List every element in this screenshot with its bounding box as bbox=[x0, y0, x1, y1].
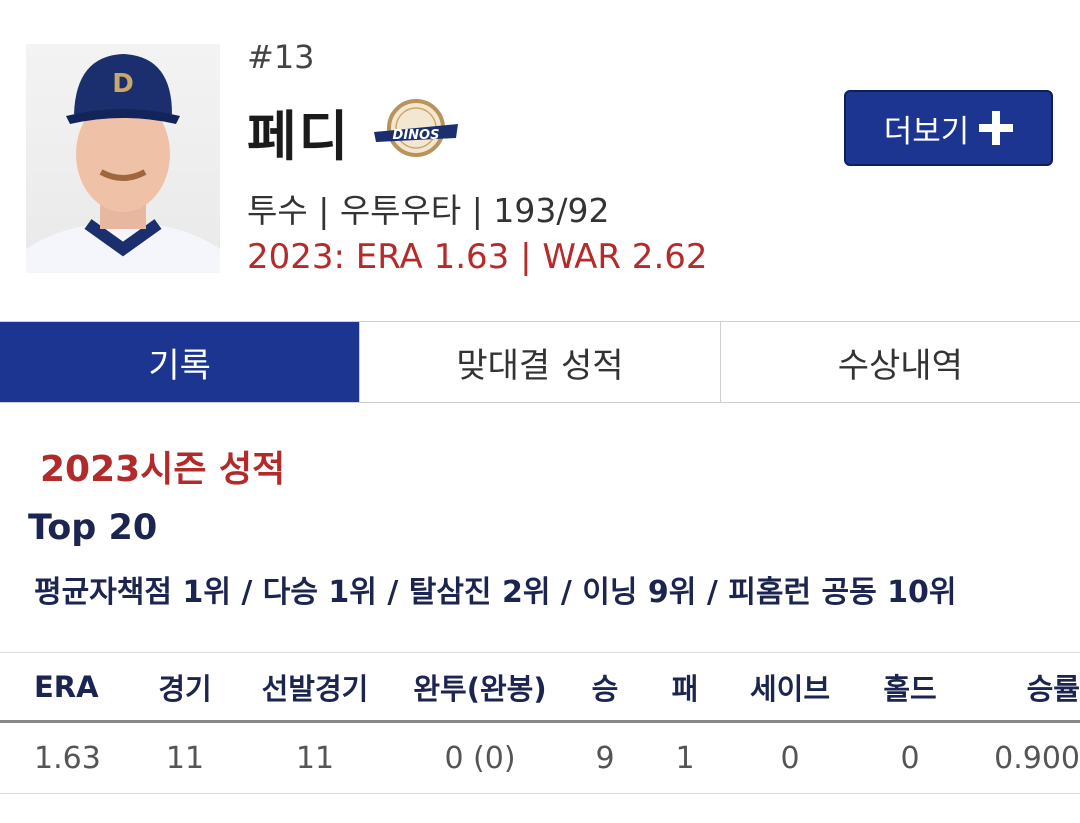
tab-awards[interactable]: 수상내역 bbox=[721, 322, 1080, 402]
header-holds: 홀드 bbox=[883, 671, 937, 706]
player-number: #13 bbox=[247, 38, 315, 76]
top20-title: Top 20 bbox=[28, 508, 158, 548]
more-button[interactable]: 더보기 bbox=[844, 90, 1053, 166]
header-wins: 승 bbox=[591, 671, 619, 706]
value-holds: 0 bbox=[900, 740, 920, 776]
player-name: 페디 bbox=[247, 105, 351, 168]
value-starts: 11 bbox=[295, 740, 335, 776]
value-win-pct: 0.900 bbox=[994, 740, 1080, 776]
header-complete-games: 완투(완봉) bbox=[413, 671, 547, 706]
top20-detail: 평균자책점 1위 / 다승 1위 / 탈삼진 2위 / 이닝 9위 / 피홈런 … bbox=[34, 575, 957, 610]
value-era: 1.63 bbox=[34, 740, 101, 776]
season-title: 2023시즌 성적 bbox=[40, 449, 286, 490]
value-wins: 9 bbox=[595, 740, 615, 776]
svg-text:D: D bbox=[112, 69, 134, 99]
value-saves: 0 bbox=[780, 740, 800, 776]
stats-value-row: 1.63 11 11 0 (0) 9 1 0 0 0.900 bbox=[0, 723, 1080, 794]
svg-text:DINOS: DINOS bbox=[393, 128, 440, 143]
header-win-pct: 승률 bbox=[1026, 671, 1080, 706]
value-games: 11 bbox=[165, 740, 205, 776]
value-losses: 1 bbox=[675, 740, 695, 776]
team-logo: DINOS bbox=[372, 98, 460, 158]
tab-records[interactable]: 기록 bbox=[0, 322, 361, 402]
header-saves: 세이브 bbox=[749, 671, 831, 706]
header-starts: 선발경기 bbox=[261, 671, 369, 706]
header-games: 경기 bbox=[158, 671, 212, 706]
stats-table: ERA 경기 선발경기 완투(완봉) 승 패 세이브 홀드 승률 1.63 11… bbox=[0, 652, 1080, 794]
header-losses: 패 bbox=[671, 671, 699, 706]
player-photo: D bbox=[26, 44, 220, 273]
value-complete-games: 0 (0) bbox=[444, 740, 516, 776]
header-era: ERA bbox=[34, 669, 99, 704]
more-button-label: 더보기 bbox=[883, 113, 970, 150]
player-meta: 투수 | 우투우타 | 193/92 bbox=[247, 191, 610, 230]
plus-icon bbox=[979, 111, 1014, 145]
tab-matchup[interactable]: 맞대결 성적 bbox=[360, 322, 721, 402]
player-season-stats: 2023: ERA 1.63 | WAR 2.62 bbox=[247, 237, 708, 277]
stats-header-row: ERA 경기 선발경기 완투(완봉) 승 패 세이브 홀드 승률 bbox=[0, 652, 1080, 723]
tab-bar: 기록 맞대결 성적 수상내역 bbox=[0, 321, 1080, 403]
